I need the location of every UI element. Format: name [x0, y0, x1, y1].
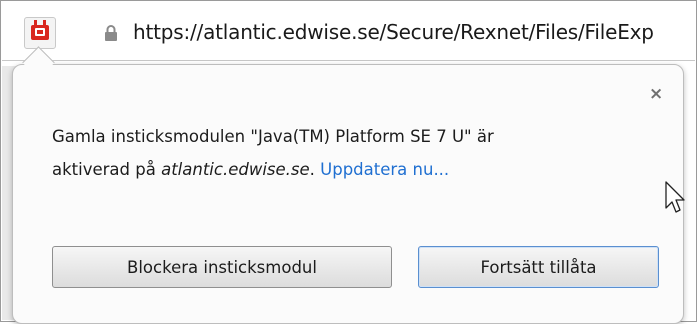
close-icon[interactable]: × — [649, 86, 663, 103]
url-text[interactable]: https://atlantic.edwise.se/Secure/Rexnet… — [133, 20, 654, 44]
continue-allow-button[interactable]: Fortsätt tillåta — [418, 246, 659, 288]
update-link[interactable]: Uppdatera nu... — [320, 160, 449, 179]
site-name: atlantic.edwise.se — [161, 160, 310, 179]
message-prefix: aktiverad på — [52, 160, 162, 179]
mouse-pointer-icon — [665, 181, 685, 213]
plugin-brick — [31, 25, 49, 40]
message-suffix: . — [309, 160, 321, 179]
popup-message: Gamla insticksmodulen "Java(TM) Platform… — [52, 120, 632, 186]
address-bar[interactable]: https://atlantic.edwise.se/Secure/Rexnet… — [2, 2, 695, 61]
block-plugin-button[interactable]: Blockera insticksmodul — [52, 246, 392, 288]
plugin-notification-icon[interactable] — [24, 17, 56, 49]
message-line-1: Gamla insticksmodulen "Java(TM) Platform… — [52, 127, 494, 146]
message-line-2: aktiverad på atlantic.edwise.se. Uppdate… — [52, 153, 632, 186]
lock-icon — [105, 25, 117, 41]
